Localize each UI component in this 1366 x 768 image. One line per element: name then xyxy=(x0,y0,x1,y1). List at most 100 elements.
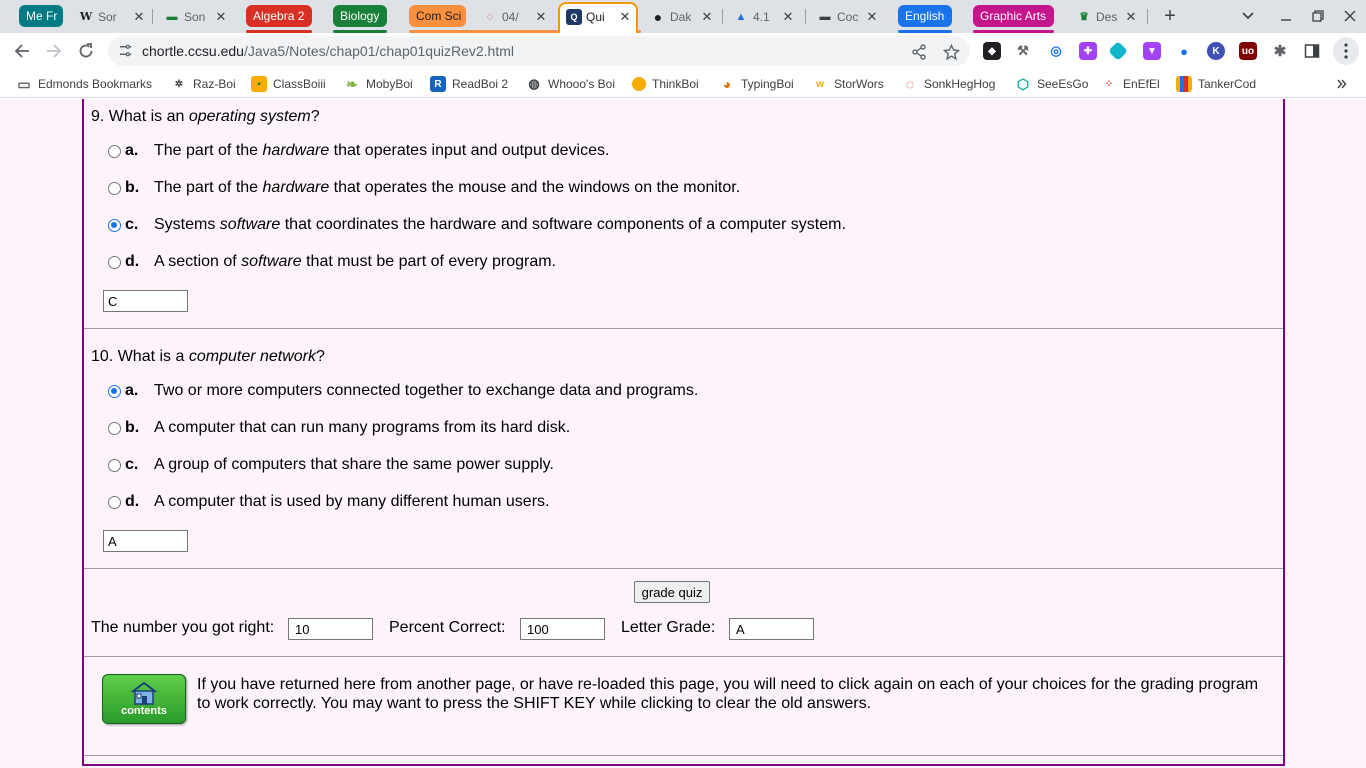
question-10-answer-field[interactable]: A xyxy=(103,530,188,552)
question-9-option-b[interactable]: b. The part of the hardware that operate… xyxy=(108,178,740,198)
question-9-option-c[interactable]: c. Systems software that coordinates the… xyxy=(108,215,846,235)
bookmark-edmonds[interactable]: ▭ Edmonds Bookmarks xyxy=(16,75,152,93)
extension-robot-icon[interactable]: ● xyxy=(1175,42,1193,60)
bookmark-star-icon[interactable] xyxy=(942,43,960,61)
bookmark-tankercod[interactable]: TankerCod xyxy=(1176,75,1256,93)
close-icon[interactable]: ✕ xyxy=(132,9,146,24)
bookmark-readboi-2[interactable]: R ReadBoi 2 xyxy=(430,75,508,93)
close-icon[interactable]: ✕ xyxy=(700,9,714,24)
moby-icon: ❧ xyxy=(346,75,358,92)
question-10-option-d[interactable]: d. A computer that is used by many diffe… xyxy=(108,492,549,512)
readworks-icon: R xyxy=(430,76,446,92)
bookmark-typingboi[interactable]: ◕ TypingBoi xyxy=(719,75,794,93)
radio-button[interactable] xyxy=(108,421,121,435)
bookmark-raz-boi[interactable]: ✲ Raz-Boi xyxy=(171,75,236,93)
tab-04[interactable]: ◌ 04/ ✕ xyxy=(482,4,548,29)
grade-quiz-button[interactable]: grade quiz xyxy=(634,581,710,603)
contents-button[interactable]: contents xyxy=(102,674,186,724)
extension-tools-icon[interactable]: ⚒ xyxy=(1014,42,1032,60)
bookmark-whooos-boi[interactable]: ◍ Whooo's Boi xyxy=(526,75,615,93)
extension-ublock-icon[interactable]: uo xyxy=(1239,42,1257,60)
tab-des[interactable]: ♛ Des ✕ xyxy=(1076,4,1138,29)
tab-group-algebra-2[interactable]: Algebra 2 xyxy=(246,5,312,27)
bookmark-enefel[interactable]: ⁘ EnEfEl xyxy=(1101,75,1160,93)
bookmark-classboiii[interactable]: ▪ ClassBoiii xyxy=(251,75,326,93)
question-9-option-a[interactable]: a. The part of the hardware that operate… xyxy=(108,141,609,161)
question-9-option-d[interactable]: d. A section of software that must be pa… xyxy=(108,252,556,272)
share-icon[interactable] xyxy=(910,43,928,61)
bookmark-sonkheghog[interactable]: ◌ SonkHegHog xyxy=(902,75,996,93)
close-icon[interactable]: ✕ xyxy=(534,9,548,24)
close-icon[interactable]: ✕ xyxy=(781,9,795,24)
number-right-field[interactable]: 10 xyxy=(288,618,373,640)
tab-coc[interactable]: ▬ Coc ✕ xyxy=(817,4,879,29)
forward-button[interactable] xyxy=(40,37,68,65)
address-bar[interactable]: chortle.ccsu.edu/Java5/Notes/chap01/chap… xyxy=(108,36,970,66)
restore-button[interactable] xyxy=(1305,4,1331,28)
extension-k-icon[interactable]: K xyxy=(1207,42,1225,60)
radio-button[interactable] xyxy=(108,495,121,509)
question-9-answer-field[interactable]: C xyxy=(103,290,188,312)
radio-button[interactable] xyxy=(108,181,121,195)
tab-strip: Me Fr W Sor ✕ ▬ Son ✕ Algebra 2 Biology … xyxy=(0,0,1366,33)
site-info-icon[interactable] xyxy=(118,43,133,58)
percent-correct-label: Percent Correct: xyxy=(389,619,506,636)
bookmark-seeesgo[interactable]: ⬡ SeeEsGo xyxy=(1015,75,1089,93)
close-icon[interactable]: ✕ xyxy=(1124,9,1138,24)
bookmark-mobyboi[interactable]: ❧ MobyBoi xyxy=(344,75,413,93)
extension-dog-icon[interactable]: ◆ xyxy=(983,42,1001,60)
extension-puzzle-purple-icon[interactable]: ✚ xyxy=(1079,42,1097,60)
loading-icon: ◌ xyxy=(486,10,494,23)
extension-kami-icon[interactable]: ▼ xyxy=(1143,42,1161,60)
nfl-icon: ⁘ xyxy=(1104,78,1114,90)
divider xyxy=(84,328,1283,329)
question-10-option-a[interactable]: a. Two or more computers connected toget… xyxy=(108,381,698,401)
page-content: 9. What is an operating system? a. The p… xyxy=(0,99,1366,768)
bookmark-storwors[interactable]: w StorWors xyxy=(812,75,884,93)
close-icon[interactable]: ✕ xyxy=(214,9,228,24)
url-text[interactable]: chortle.ccsu.edu/Java5/Notes/chap01/chap… xyxy=(142,43,514,59)
codehs-icon: ▬ xyxy=(819,10,831,23)
radio-button[interactable] xyxy=(108,144,121,158)
new-tab-button[interactable]: + xyxy=(1157,4,1183,28)
wikipedia-icon: W xyxy=(79,10,93,23)
tab-group-biology[interactable]: Biology xyxy=(333,5,387,27)
more-vert-icon xyxy=(1344,43,1348,59)
tab-quiz-active[interactable]: Q Qui ✕ xyxy=(566,4,632,29)
tab-group-english[interactable]: English xyxy=(898,5,952,27)
tab-dak[interactable]: ● Dak ✕ xyxy=(650,4,714,29)
question-10-option-b[interactable]: b. A computer that can run many programs… xyxy=(108,418,570,438)
tab-group-com-sci[interactable]: Com Sci xyxy=(409,5,466,27)
tab-son[interactable]: ▬ Son ✕ xyxy=(164,4,228,29)
back-button[interactable] xyxy=(8,37,36,65)
tab-group-graphic-arts[interactable]: Graphic Arts xyxy=(973,5,1054,27)
extension-shield-icon[interactable]: ◎ xyxy=(1047,42,1065,60)
tab-4-1[interactable]: ▲ 4.1 ✕ xyxy=(733,4,795,29)
divider xyxy=(84,656,1283,657)
extensions-puzzle-icon[interactable]: ✱ xyxy=(1271,42,1289,60)
storyworks-icon: w xyxy=(816,78,824,90)
radio-button-selected[interactable] xyxy=(108,384,121,398)
close-icon[interactable]: ✕ xyxy=(618,9,632,24)
side-panel-icon[interactable] xyxy=(1303,42,1321,60)
minimize-icon xyxy=(1281,19,1291,21)
number-right-label: The number you got right: xyxy=(91,619,275,636)
minimize-button[interactable] xyxy=(1273,4,1299,28)
bookmark-thinkboi[interactable]: ThinkBoi xyxy=(632,75,699,93)
radio-button[interactable] xyxy=(108,458,121,472)
close-icon[interactable]: ✕ xyxy=(865,9,879,24)
letter-grade-field[interactable]: A xyxy=(729,618,814,640)
radio-button-selected[interactable] xyxy=(108,218,121,232)
reload-button[interactable] xyxy=(72,37,100,65)
radio-button[interactable] xyxy=(108,255,121,269)
tab-sor[interactable]: W Sor ✕ xyxy=(78,4,146,29)
extension-diamond-icon[interactable] xyxy=(1108,41,1128,61)
browser-menu-button[interactable] xyxy=(1333,37,1359,65)
percent-correct-field[interactable]: 100 xyxy=(520,618,605,640)
tab-search-button[interactable] xyxy=(1235,4,1261,28)
tab-group-me-fr[interactable]: Me Fr xyxy=(19,5,63,27)
close-window-button[interactable] xyxy=(1337,4,1363,28)
more-bookmarks-button[interactable] xyxy=(1337,75,1347,93)
question-10-option-c[interactable]: c. A group of computers that share the s… xyxy=(108,455,554,475)
folder-icon: ▭ xyxy=(17,75,31,92)
